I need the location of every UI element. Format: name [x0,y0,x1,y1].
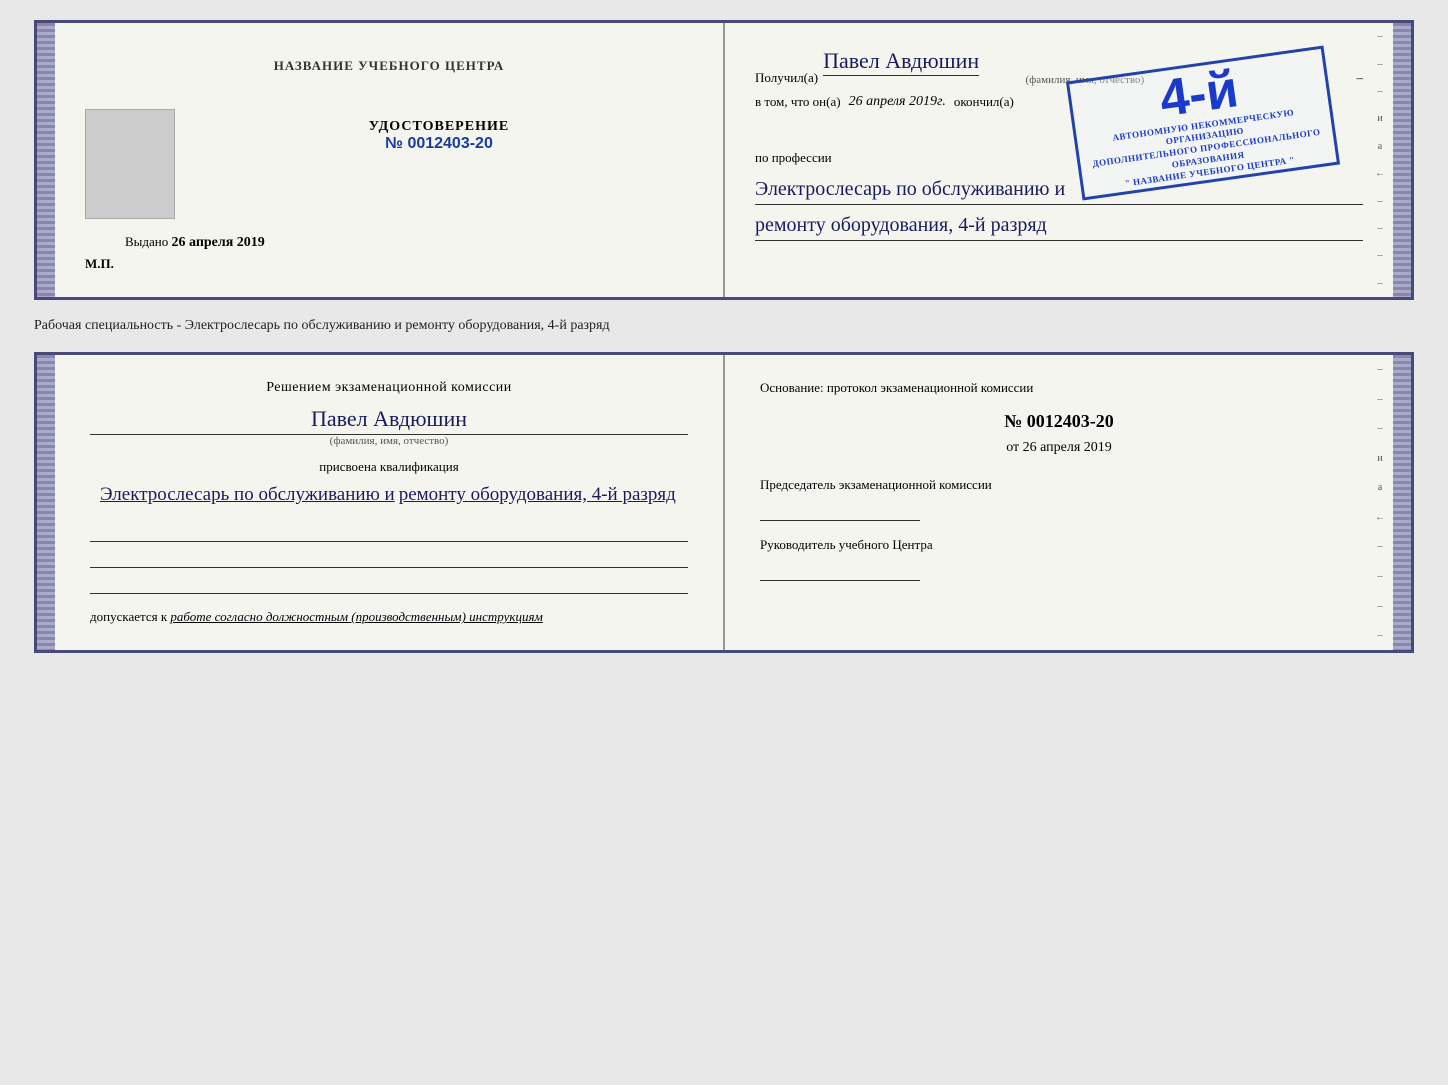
chairman-block: Председатель экзаменационной комиссии [760,476,1358,521]
received-name: Павел Авдюшин [823,48,979,76]
bottom-lines [90,520,688,594]
right-spine [1393,23,1411,297]
vtom-date: 26 апреля 2019г. [849,94,946,110]
komissia-title: Решением экзаменационной комиссии [90,380,688,396]
specialty-text: Рабочая специальность - Электрослесарь п… [34,318,1414,334]
protocol-num: № 0012403-20 [760,411,1358,432]
left-spine [37,23,55,297]
photo-placeholder [85,109,175,219]
bottom-right-decoration: – – – и а ← – – – – [1372,355,1388,650]
protocol-date: от 26 апреля 2019 [760,440,1358,456]
training-center-title: НАЗВАНИЕ УЧЕБНОГО ЦЕНТРА [274,58,505,74]
cert-number-value: 0012403-20 [407,135,492,152]
profession-line1: Электрослесарь по обслуживанию и [755,174,1363,205]
bottom-fio-label: (фамилия, имя, отчество) [90,435,688,447]
middle-text-area: Рабочая специальность - Электрослесарь п… [34,310,1414,342]
bottom-left-spine [37,355,55,650]
osnov-title: Основание: протокол экзаменационной коми… [760,380,1358,396]
rukovod-label: Руководитель учебного Центра [760,536,1358,554]
chairman-label: Председатель экзаменационной комиссии [760,476,1358,494]
chairman-sig-line [760,499,920,521]
profession-line2: ремонту оборудования, 4-й разряд [755,210,1363,241]
prisvoena-label: присвоена квалификация [90,459,688,475]
rukovod-sig-line [760,559,920,581]
cert-number: № 0012403-20 [385,135,493,153]
bottom-right-page: Основание: протокол экзаменационной коми… [725,355,1393,650]
kvalif-line2: ремонту оборудования, 4-й разряд [399,484,676,505]
bottom-document: Решением экзаменационной комиссии Павел … [34,352,1414,653]
dopusk-line: допускается к работе согласно должностны… [90,609,688,625]
top-right-page: Получил(а) Павел Авдюшин (фамилия, имя, … [725,23,1393,297]
top-document: НАЗВАНИЕ УЧЕБНОГО ЦЕНТРА УДОСТОВЕРЕНИЕ №… [34,20,1414,300]
top-left-page: НАЗВАНИЕ УЧЕБНОГО ЦЕНТРА УДОСТОВЕРЕНИЕ №… [55,23,725,297]
bottom-person-name: Павел Авдюшин [90,406,688,435]
cert-title: УДОСТОВЕРЕНИЕ [369,119,509,135]
mp-label: М.П. [85,256,114,272]
bottom-left-page: Решением экзаменационной комиссии Павел … [55,355,725,650]
rukovod-block: Руководитель учебного Центра [760,536,1358,581]
issued-line: Выдано 26 апреля 2019 [125,234,265,251]
issued-date: 26 апреля 2019 [172,235,265,250]
dopusk-italic: работе согласно должностным (производств… [170,609,542,624]
right-decoration: – – – и а ← – – – – [1372,23,1388,297]
page-wrapper: НАЗВАНИЕ УЧЕБНОГО ЦЕНТРА УДОСТОВЕРЕНИЕ №… [20,20,1428,653]
kvalif-line1: Электрослесарь по обслуживанию и [100,484,395,505]
bottom-right-spine [1393,355,1411,650]
